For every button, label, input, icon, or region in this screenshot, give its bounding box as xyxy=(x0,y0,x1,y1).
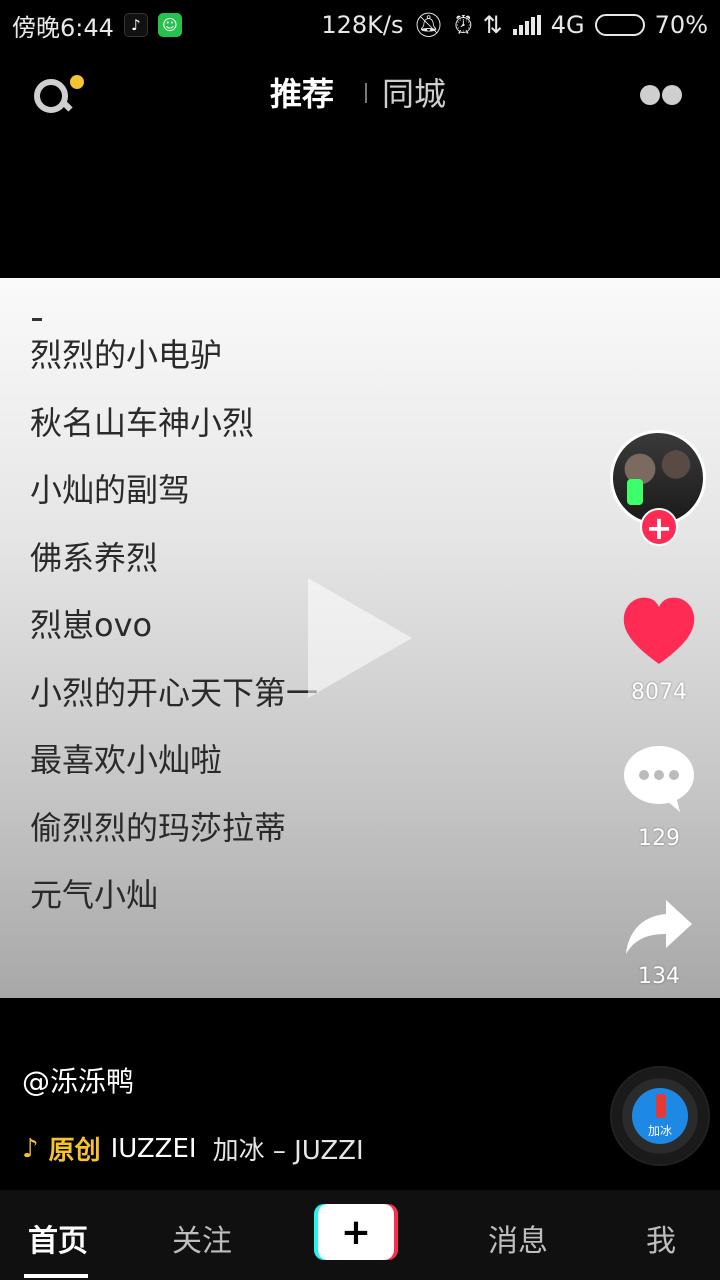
alarm-icon: ⏰︎ xyxy=(453,11,473,39)
tab-me[interactable]: 我 xyxy=(646,1216,676,1260)
tab-divider xyxy=(365,83,367,103)
music-note-icon: ♪ xyxy=(22,1133,39,1164)
music-text: IUZZEI xyxy=(110,1133,197,1164)
search-icon-handle xyxy=(61,100,73,112)
share-count: 134 xyxy=(638,964,680,989)
music-row[interactable]: ♪ 原创 IUZZEI 加冰 – JUZZI xyxy=(22,1130,364,1167)
tiktok-notification-icon: ♪ xyxy=(123,13,148,37)
home-tab-underline xyxy=(24,1274,88,1278)
tab-city[interactable]: 同城 xyxy=(382,69,446,115)
original-label: 原创 xyxy=(48,1136,101,1166)
avatar-lightstick xyxy=(627,479,643,505)
video-text-line: 小灿的副驾 xyxy=(30,471,191,509)
video-player[interactable]: 烈烈的小电驴 秋名山车神小烈 小灿的副驾 佛系养烈 烈崽ovo 小烈的开心天下第… xyxy=(0,278,720,998)
video-text-line: 烈崽ovo xyxy=(30,606,153,644)
video-text-line: 偷烈烈的玛莎拉蒂 xyxy=(30,808,287,847)
status-time: 傍晚6:44 xyxy=(12,13,114,42)
battery-icon xyxy=(594,14,645,36)
video-text-line: 秋名山车神小烈 xyxy=(30,403,255,442)
disc-label: 加冰 xyxy=(647,1123,672,1138)
heart-icon[interactable] xyxy=(622,596,696,666)
like-count: 8074 xyxy=(631,680,687,705)
video-text-line: 佛系养烈 xyxy=(30,538,159,577)
plus-icon: + xyxy=(318,1204,394,1260)
battery-percent: 70% xyxy=(654,11,708,39)
share-icon[interactable] xyxy=(624,898,694,958)
android-notification-icon: ☺ xyxy=(157,13,182,37)
status-bar: 傍晚6:44 ♪ ☺ 128K/s 🔕︎ ⏰︎ ⇅ 4G 70% xyxy=(0,0,720,50)
video-text-lines: 烈烈的小电驴 秋名山车神小烈 小灿的副驾 佛系养烈 烈崽ovo 小烈的开心天下第… xyxy=(30,330,318,938)
more-options-icon[interactable] xyxy=(640,85,682,105)
tab-home[interactable]: 首页 xyxy=(28,1216,88,1260)
tab-recommend[interactable]: 推荐 xyxy=(270,69,334,115)
tab-inbox[interactable]: 消息 xyxy=(488,1216,548,1260)
tab-follow[interactable]: 关注 xyxy=(172,1216,232,1260)
text-dash xyxy=(32,318,42,321)
follow-button[interactable]: + xyxy=(640,508,678,546)
bottom-nav: 首页 关注 + 消息 我 xyxy=(0,1190,720,1280)
video-text-line: 最喜欢小灿啦 xyxy=(30,741,223,779)
status-left: 傍晚6:44 ♪ ☺ xyxy=(12,8,182,43)
status-right: 128K/s 🔕︎ ⏰︎ ⇅ 4G 70% xyxy=(321,11,708,39)
data-transfer-icon: ⇅ xyxy=(482,11,503,39)
disc-cover: 加冰 xyxy=(632,1088,688,1144)
network-type: 4G xyxy=(550,11,585,39)
author-name[interactable]: @泺泺鸭 xyxy=(22,1060,134,1100)
search-icon xyxy=(34,79,68,113)
search-button[interactable] xyxy=(32,73,88,119)
mute-bell-icon: 🔕︎ xyxy=(413,11,444,39)
video-text-line: 小烈的开心天下第一 xyxy=(30,673,319,712)
music-disc[interactable]: 加冰 xyxy=(612,1068,708,1164)
signal-icon xyxy=(512,15,541,35)
create-button[interactable]: + xyxy=(314,1204,398,1260)
play-icon[interactable] xyxy=(308,578,412,698)
comment-icon[interactable] xyxy=(622,744,696,814)
comment-count: 129 xyxy=(638,826,680,851)
notification-dot xyxy=(70,75,84,89)
top-nav: 推荐 同城 xyxy=(0,55,720,130)
video-text-line: 烈烈的小电驴 xyxy=(30,336,223,374)
video-text-line: 元气小灿 xyxy=(30,876,159,914)
network-speed: 128K/s xyxy=(321,11,404,39)
song-title: 加冰 – JUZZI xyxy=(212,1136,364,1166)
